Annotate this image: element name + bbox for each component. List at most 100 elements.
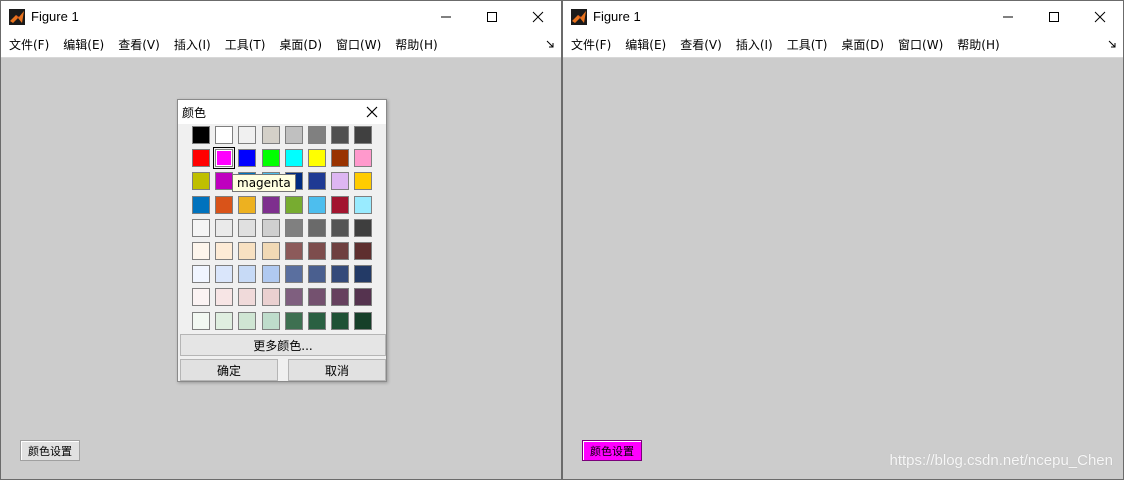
titlebar[interactable]: Figure 1 <box>1 1 561 32</box>
minimize-button[interactable] <box>423 1 469 32</box>
color-swatch[interactable] <box>215 196 233 214</box>
color-swatch[interactable] <box>262 196 280 214</box>
color-swatch[interactable] <box>354 126 372 144</box>
color-swatch[interactable] <box>192 149 210 167</box>
ok-button[interactable]: 确定 <box>180 359 278 381</box>
cancel-button[interactable]: 取消 <box>288 359 386 381</box>
color-swatch[interactable] <box>215 288 233 306</box>
color-swatch[interactable] <box>354 196 372 214</box>
dock-arrow-icon[interactable] <box>1107 39 1117 49</box>
color-setting-button[interactable]: 颜色设置 <box>20 440 80 461</box>
color-swatch[interactable] <box>215 126 233 144</box>
menu-tools[interactable]: 工具(T) <box>225 36 266 53</box>
color-swatch[interactable] <box>238 265 256 283</box>
maximize-button[interactable] <box>1031 1 1077 32</box>
color-swatch[interactable] <box>285 288 303 306</box>
color-swatch[interactable] <box>285 265 303 283</box>
color-swatch[interactable] <box>192 126 210 144</box>
color-swatch[interactable] <box>238 126 256 144</box>
color-swatch[interactable] <box>215 265 233 283</box>
color-swatch[interactable] <box>262 288 280 306</box>
color-swatch[interactable] <box>215 219 233 237</box>
color-swatch[interactable] <box>262 219 280 237</box>
color-setting-button[interactable]: 颜色设置 <box>582 440 642 461</box>
menu-file[interactable]: 文件(F) <box>571 36 611 53</box>
color-swatch[interactable] <box>331 219 349 237</box>
color-swatch[interactable] <box>192 219 210 237</box>
color-swatch[interactable] <box>238 196 256 214</box>
menu-window[interactable]: 窗口(W) <box>898 36 943 53</box>
dialog-titlebar[interactable]: 颜色 <box>178 100 386 124</box>
color-swatch[interactable] <box>238 288 256 306</box>
menu-insert[interactable]: 插入(I) <box>736 36 773 53</box>
color-swatch[interactable] <box>331 196 349 214</box>
color-swatch[interactable] <box>285 149 303 167</box>
color-swatch[interactable] <box>331 149 349 167</box>
menu-view[interactable]: 查看(V) <box>118 36 160 53</box>
color-swatch[interactable] <box>262 312 280 330</box>
color-swatch[interactable] <box>262 265 280 283</box>
close-icon[interactable] <box>366 106 378 118</box>
color-swatch[interactable] <box>215 242 233 260</box>
color-swatch[interactable] <box>285 126 303 144</box>
menu-file[interactable]: 文件(F) <box>9 36 49 53</box>
color-swatch[interactable] <box>308 126 326 144</box>
color-swatch[interactable] <box>308 242 326 260</box>
color-swatch[interactable] <box>308 219 326 237</box>
color-swatch[interactable] <box>354 265 372 283</box>
color-swatch[interactable] <box>262 126 280 144</box>
maximize-button[interactable] <box>469 1 515 32</box>
color-swatch[interactable] <box>308 149 326 167</box>
menu-help[interactable]: 帮助(H) <box>395 36 437 53</box>
menu-desktop[interactable]: 桌面(D) <box>279 36 322 53</box>
color-swatch[interactable] <box>213 147 235 169</box>
close-button[interactable] <box>515 1 561 32</box>
color-swatch[interactable] <box>308 288 326 306</box>
color-swatch[interactable] <box>331 265 349 283</box>
color-swatch[interactable] <box>238 312 256 330</box>
color-swatch[interactable] <box>331 172 349 190</box>
menu-edit[interactable]: 编辑(E) <box>625 36 666 53</box>
color-swatch[interactable] <box>354 242 372 260</box>
menu-tools[interactable]: 工具(T) <box>787 36 828 53</box>
color-swatch[interactable] <box>238 149 256 167</box>
color-swatch[interactable] <box>215 172 233 190</box>
color-swatch[interactable] <box>308 172 326 190</box>
color-swatch[interactable] <box>192 172 210 190</box>
color-swatch[interactable] <box>354 312 372 330</box>
color-swatch[interactable] <box>285 219 303 237</box>
menu-window[interactable]: 窗口(W) <box>336 36 381 53</box>
color-swatch[interactable] <box>285 312 303 330</box>
color-swatch[interactable] <box>354 149 372 167</box>
menu-help[interactable]: 帮助(H) <box>957 36 999 53</box>
color-swatch[interactable] <box>262 149 280 167</box>
color-swatch[interactable] <box>285 242 303 260</box>
color-swatch[interactable] <box>215 312 233 330</box>
color-swatch[interactable] <box>192 312 210 330</box>
color-swatch[interactable] <box>308 196 326 214</box>
color-swatch[interactable] <box>308 265 326 283</box>
color-swatch[interactable] <box>331 312 349 330</box>
minimize-button[interactable] <box>985 1 1031 32</box>
color-swatch[interactable] <box>192 242 210 260</box>
menu-desktop[interactable]: 桌面(D) <box>841 36 884 53</box>
color-swatch[interactable] <box>238 242 256 260</box>
color-swatch[interactable] <box>308 312 326 330</box>
titlebar[interactable]: Figure 1 <box>563 1 1123 32</box>
color-swatch[interactable] <box>192 196 210 214</box>
menu-insert[interactable]: 插入(I) <box>174 36 211 53</box>
close-button[interactable] <box>1077 1 1123 32</box>
color-swatch[interactable] <box>192 265 210 283</box>
color-swatch[interactable] <box>354 219 372 237</box>
menu-view[interactable]: 查看(V) <box>680 36 722 53</box>
menu-edit[interactable]: 编辑(E) <box>63 36 104 53</box>
color-swatch[interactable] <box>192 288 210 306</box>
color-swatch[interactable] <box>238 219 256 237</box>
color-swatch[interactable] <box>331 126 349 144</box>
color-swatch[interactable] <box>262 242 280 260</box>
color-swatch[interactable] <box>354 288 372 306</box>
color-swatch[interactable] <box>285 196 303 214</box>
more-colors-button[interactable]: 更多颜色... <box>180 334 386 356</box>
dock-arrow-icon[interactable] <box>545 39 555 49</box>
color-swatch[interactable] <box>331 288 349 306</box>
